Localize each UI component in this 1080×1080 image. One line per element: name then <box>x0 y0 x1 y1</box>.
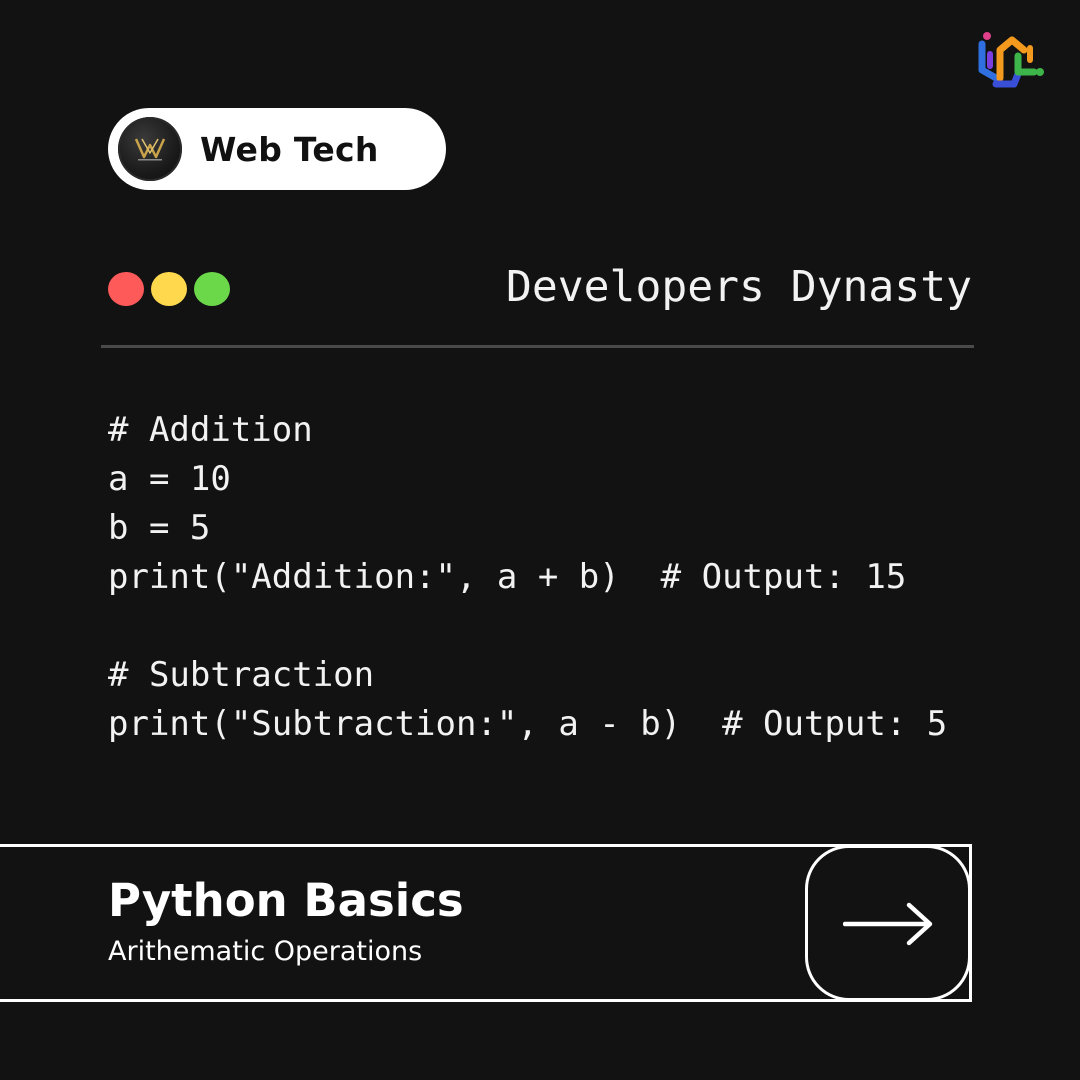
code-line: a = 10 <box>108 459 231 499</box>
minimize-dot-icon[interactable] <box>151 272 187 306</box>
code-line: print("Subtraction:", a - b) # Output: 5 <box>108 704 948 744</box>
code-line: # Addition <box>108 410 313 450</box>
code-line: print("Addition:", a + b) # Output: 15 <box>108 557 907 597</box>
close-dot-icon[interactable] <box>108 272 144 306</box>
code-block: # Addition a = 10 b = 5 print("Addition:", … <box>108 406 947 749</box>
maximize-dot-icon[interactable] <box>194 272 230 306</box>
channel-name: Web Tech <box>200 130 379 169</box>
footer-subtitle: Arithematic Operations <box>108 936 423 967</box>
arrow-right-icon <box>843 902 933 946</box>
code-line: # Subtraction <box>108 655 375 695</box>
channel-badge[interactable]: Web Tech <box>108 108 446 190</box>
next-button[interactable] <box>805 845 971 1001</box>
footer-title: Python Basics <box>108 874 464 927</box>
web-tech-avatar <box>118 117 182 181</box>
divider <box>101 345 974 348</box>
window-title: Developers Dynasty <box>506 262 972 312</box>
logo-icon <box>974 26 1048 94</box>
code-line: b = 5 <box>108 508 211 548</box>
